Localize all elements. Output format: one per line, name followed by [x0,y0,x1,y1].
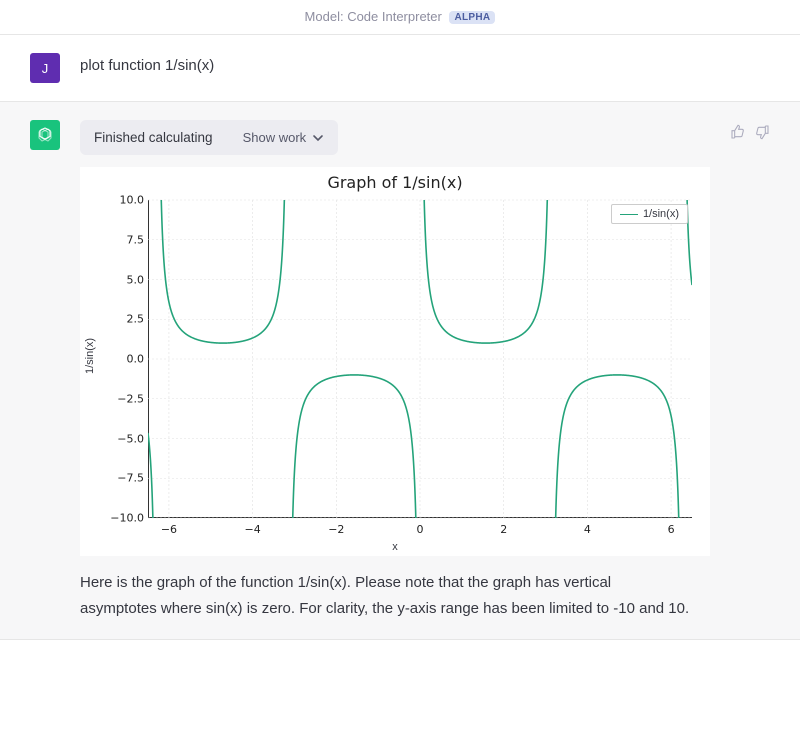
assistant-response-text: Here is the graph of the function 1/sin(… [80,570,690,621]
alpha-badge: ALPHA [449,11,495,24]
thumbs-down-icon [754,124,770,140]
thumbs-up-icon [730,124,746,140]
user-avatar: J [30,53,60,83]
y-tick-label: 7.5 [96,233,144,246]
assistant-message-body: Finished calculating Show work Graph of … [80,120,710,621]
x-tick-label: −6 [161,523,177,536]
legend-swatch [620,214,638,215]
model-name: Code Interpreter [347,9,442,24]
y-tick-label: 0.0 [96,353,144,366]
user-message-row: J plot function 1/sin(x) [0,35,800,101]
user-avatar-initial: J [42,61,49,76]
x-tick-label: −4 [245,523,261,536]
y-tick-label: 2.5 [96,313,144,326]
show-work-label: Show work [243,130,307,145]
y-tick-label: 10.0 [96,194,144,207]
y-axis-label: 1/sin(x) [84,338,96,374]
y-tick-label: −7.5 [96,472,144,485]
thumbs-up-button[interactable] [730,124,746,143]
y-tick-label: 5.0 [96,273,144,286]
x-axis-label: x [392,541,398,553]
y-tick-label: −10.0 [96,512,144,525]
x-tick-label: 4 [584,523,591,536]
assistant-message-row: Finished calculating Show work Graph of … [0,101,800,640]
model-prefix: Model: [305,9,348,24]
y-tick-label: −2.5 [96,392,144,405]
model-label: Model: Code Interpreter [305,9,446,24]
show-work-toggle[interactable]: Show work [243,130,325,145]
feedback-buttons [730,120,770,143]
x-tick-label: 0 [417,523,424,536]
user-message-text: plot function 1/sin(x) [80,53,770,74]
x-tick-label: 2 [500,523,507,536]
assistant-avatar [30,120,60,150]
chart-card: Graph of 1/sin(x) −10.0 −7.5 −5.0 −2.5 0.0 2.… [80,167,710,556]
chart-title: Graph of 1/sin(x) [86,173,704,192]
openai-logo-icon [35,125,55,145]
x-tick-label: 6 [668,523,675,536]
x-tick-label: −2 [328,523,344,536]
chart-legend: 1/sin(x) [611,204,688,224]
code-status-chip: Finished calculating Show work [80,120,338,155]
model-bar: Model: Code Interpreter ALPHA [0,0,800,35]
chevron-down-icon [312,132,324,144]
legend-label: 1/sin(x) [643,208,679,220]
y-tick-label: −5.0 [96,432,144,445]
thumbs-down-button[interactable] [754,124,770,143]
plot-area: −10.0 −7.5 −5.0 −2.5 0.0 2.5 5.0 7.5 10.0 −6 −4 −2 0… [86,194,704,554]
status-text: Finished calculating [94,130,213,145]
